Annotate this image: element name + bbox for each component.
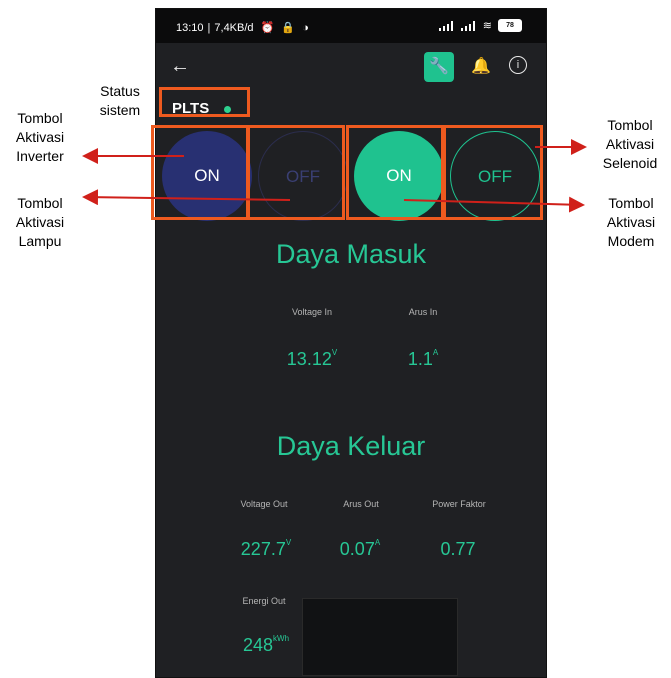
chart-placeholder: [302, 598, 458, 676]
bell-icon[interactable]: 🔔: [471, 56, 491, 76]
arus-out-value: 0.07A: [339, 538, 381, 559]
modem-highlight-box: [346, 125, 444, 220]
status-highlight-box: [159, 87, 250, 117]
energi-out-value: 248kWh: [242, 634, 290, 655]
power-faktor-label: Power Faktor: [432, 499, 486, 509]
battery-icon: 78: [498, 19, 522, 32]
voltage-out-value: 227.7V: [240, 538, 292, 559]
info-icon[interactable]: i: [509, 56, 527, 74]
selenoid-caption: Tombol Aktivasi Selenoid: [602, 117, 658, 171]
network-speed: 7,4KB/d: [214, 22, 254, 34]
lampu-highlight-box: [247, 125, 345, 220]
arus-in-value: 1.1A: [407, 348, 439, 369]
arus-in-label: Arus In: [408, 307, 438, 317]
signal-icon: [438, 20, 455, 31]
voltage-out-label: Voltage Out: [240, 499, 288, 509]
wifi-icon: ≋: [482, 20, 492, 32]
daya-keluar-title: Daya Keluar: [276, 431, 426, 461]
status-caption: Status sistem: [99, 83, 141, 118]
lock-icon: 🔒: [281, 22, 296, 34]
data-saver-icon: ◑: [302, 22, 309, 34]
power-faktor-value: 0.77: [440, 539, 476, 559]
selenoid-highlight-box: [443, 125, 543, 220]
lampu-caption: Tombol Aktivasi Lampu: [15, 195, 65, 249]
wrench-icon[interactable]: 🔧: [424, 52, 454, 82]
energi-out-label: Energi Out: [242, 596, 286, 606]
inverter-caption: Tombol Aktivasi Inverter: [15, 110, 65, 164]
inverter-highlight-box: [151, 125, 249, 220]
voltage-in-value: 13.12V: [286, 348, 338, 369]
clock: 13:10: [176, 22, 204, 34]
daya-masuk-title: Daya Masuk: [275, 239, 427, 269]
arus-out-label: Arus Out: [343, 499, 379, 509]
modem-caption: Tombol Aktivasi Modem: [606, 195, 656, 249]
voltage-in-label: Voltage In: [291, 307, 333, 317]
status-bar: 13:10 | 7,4KB/d ⏰ 🔒 ◑ ≋ 78: [156, 9, 546, 43]
back-arrow-icon[interactable]: ←: [170, 55, 190, 78]
alarm-icon: ⏰: [260, 22, 275, 34]
signal-4g-icon: [460, 20, 477, 31]
